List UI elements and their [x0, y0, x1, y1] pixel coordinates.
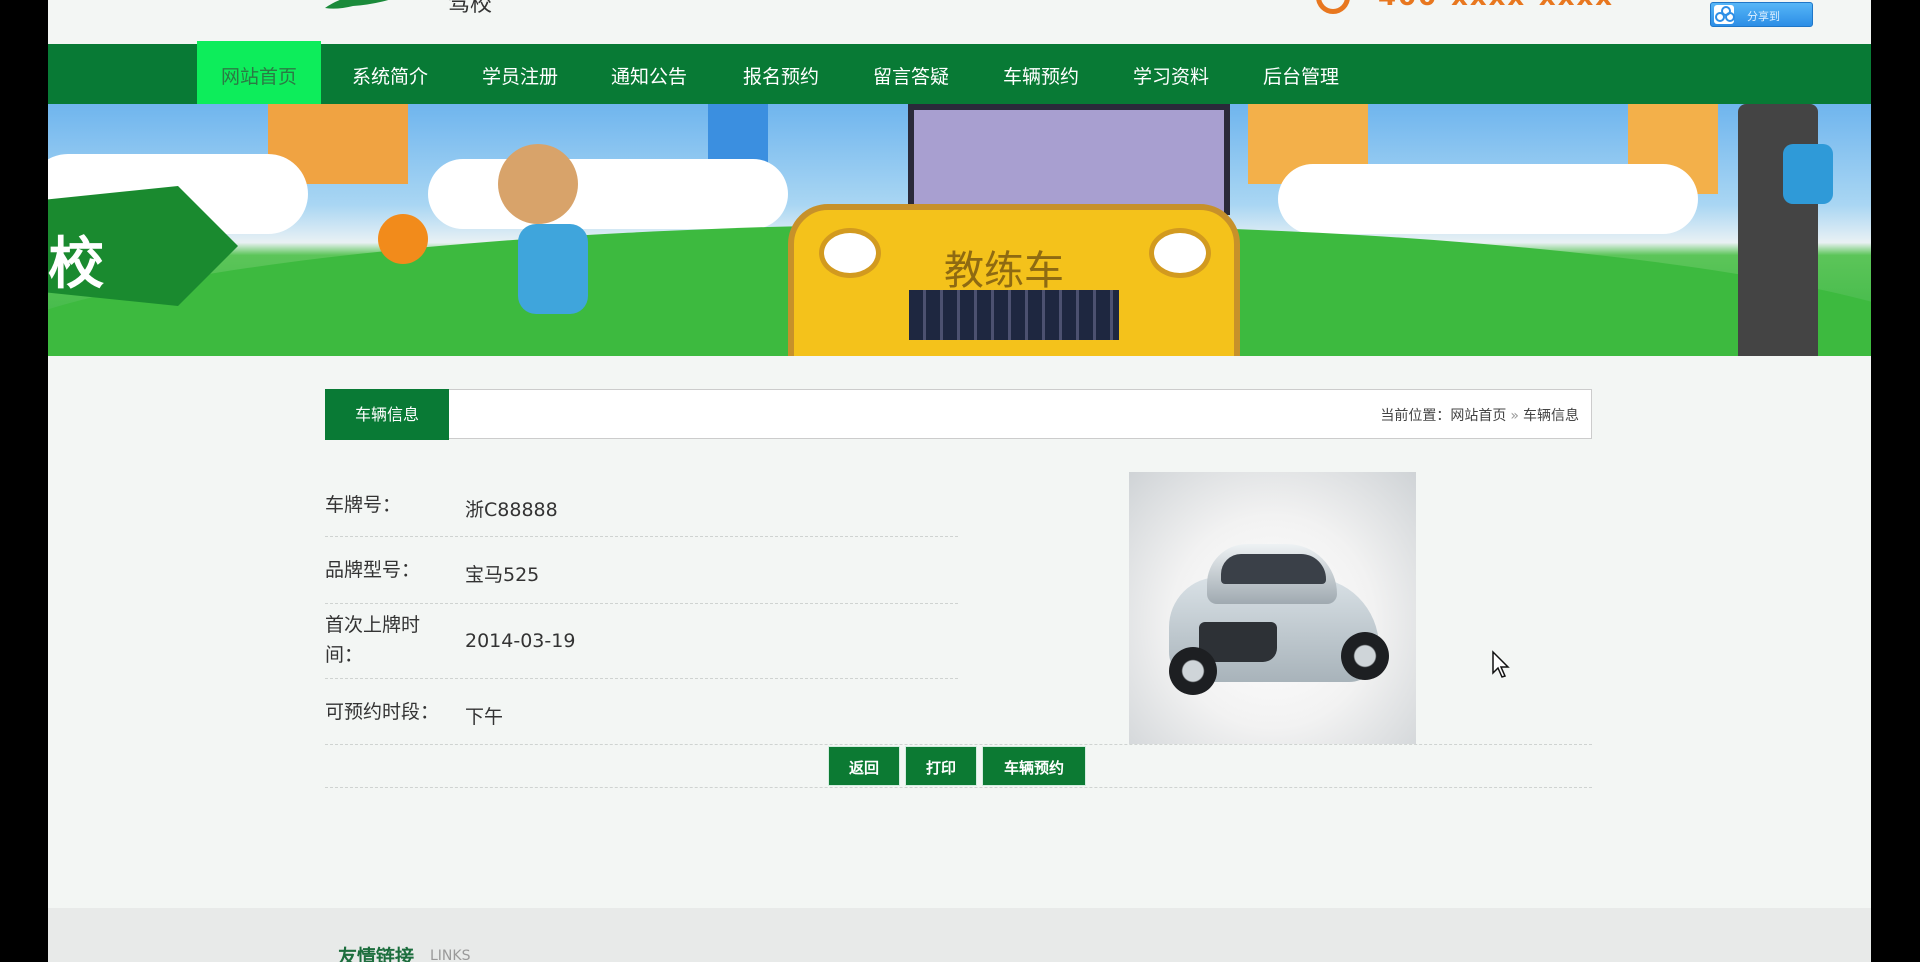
field-value: 2014-03-19 [465, 630, 576, 652]
friend-links-title: 友情链接 [338, 946, 415, 962]
footer: 友情链接 LINKS [48, 908, 1871, 962]
school-sign-text: 校 [48, 232, 104, 297]
section-header: 车辆信息 当前位置：网站首页» 车辆信息 [325, 389, 1592, 440]
car-wheel [1341, 632, 1389, 680]
logo-icon [325, 0, 389, 9]
field-label: 可预约时段： [325, 701, 440, 723]
share-button[interactable]: 分享到 [1710, 2, 1813, 27]
child-figure [378, 214, 428, 264]
field-value: 浙C88888 [465, 499, 558, 521]
nav-item-admin[interactable]: 后台管理 [1263, 44, 1339, 104]
field-value: 下午 [465, 706, 504, 728]
banner-cloud [1278, 164, 1698, 234]
nav-item-materials[interactable]: 学习资料 [1133, 44, 1209, 104]
baidu-share-icon [1714, 5, 1735, 24]
vehicle-photo [1129, 472, 1416, 744]
bus-headlight [1149, 228, 1211, 278]
nav-item-home[interactable]: 网站首页 [197, 41, 322, 107]
divider [325, 787, 1592, 788]
bus-grille [909, 290, 1119, 340]
header: 驾校 400-xxxx-xxxx 分享到 [48, 0, 1871, 44]
field-label: 首次上牌时间： [325, 614, 421, 666]
car-wheel [1169, 647, 1217, 695]
share-button-label: 分享到 [1747, 10, 1780, 23]
field-label: 品牌型号： [325, 559, 421, 581]
nav-item-notices[interactable]: 通知公告 [611, 44, 687, 104]
page: 驾校 400-xxxx-xxxx 分享到 网站首页 系统简介 学员注册 通知公告… [48, 0, 1871, 962]
banner: 校 教练车 [48, 104, 1871, 356]
field-row-registration-date: 首次上牌时间： 2014-03-19 [325, 604, 958, 679]
nav-item-intro[interactable]: 系统简介 [352, 44, 428, 104]
back-button[interactable]: 返回 [828, 746, 900, 786]
field-row-brand: 品牌型号： 宝马525 [325, 537, 958, 604]
field-value: 宝马525 [465, 564, 540, 586]
breadcrumb-home[interactable]: 网站首页 [1450, 408, 1506, 424]
nav-item-enroll[interactable]: 报名预约 [743, 44, 819, 104]
main-nav: 网站首页 系统简介 学员注册 通知公告 报名预约 留言答疑 车辆预约 学习资料 … [48, 41, 1871, 107]
bus-headlight [819, 228, 881, 278]
nav-item-messages[interactable]: 留言答疑 [873, 44, 949, 104]
coach-bus: 教练车 [788, 204, 1240, 356]
print-button[interactable]: 打印 [905, 746, 977, 786]
child-body [518, 224, 588, 314]
car-windshield [1221, 554, 1326, 584]
reserve-vehicle-button[interactable]: 车辆预约 [982, 746, 1086, 786]
banner-cloud [428, 159, 788, 229]
field-label: 车牌号： [325, 494, 402, 516]
section-title: 车辆信息 [325, 389, 449, 440]
child-figure [498, 144, 578, 224]
divider [325, 744, 1592, 745]
nav-item-register[interactable]: 学员注册 [482, 44, 558, 104]
breadcrumb-separator: » [1510, 408, 1519, 424]
logo-text: 驾校 [448, 0, 493, 17]
breadcrumb-current: 车辆信息 [1523, 408, 1579, 424]
parking-meter-sign [1783, 144, 1833, 204]
phone-number: 400-xxxx-xxxx [1378, 0, 1614, 12]
field-row-time-slot: 可预约时段： 下午 [325, 679, 958, 744]
field-row-plate: 车牌号： 浙C88888 [325, 480, 958, 537]
phone-icon [1316, 0, 1350, 14]
nav-item-vehicle-booking[interactable]: 车辆预约 [1003, 44, 1079, 104]
bus-windshield [908, 104, 1230, 215]
breadcrumb-prefix: 当前位置： [1380, 408, 1451, 424]
breadcrumb: 当前位置：网站首页» 车辆信息 [1380, 405, 1579, 425]
mouse-cursor-icon [1492, 650, 1510, 678]
parking-meter [1738, 104, 1818, 356]
bus-label: 教练车 [944, 248, 1064, 294]
friend-links-subtitle: LINKS [430, 948, 471, 962]
